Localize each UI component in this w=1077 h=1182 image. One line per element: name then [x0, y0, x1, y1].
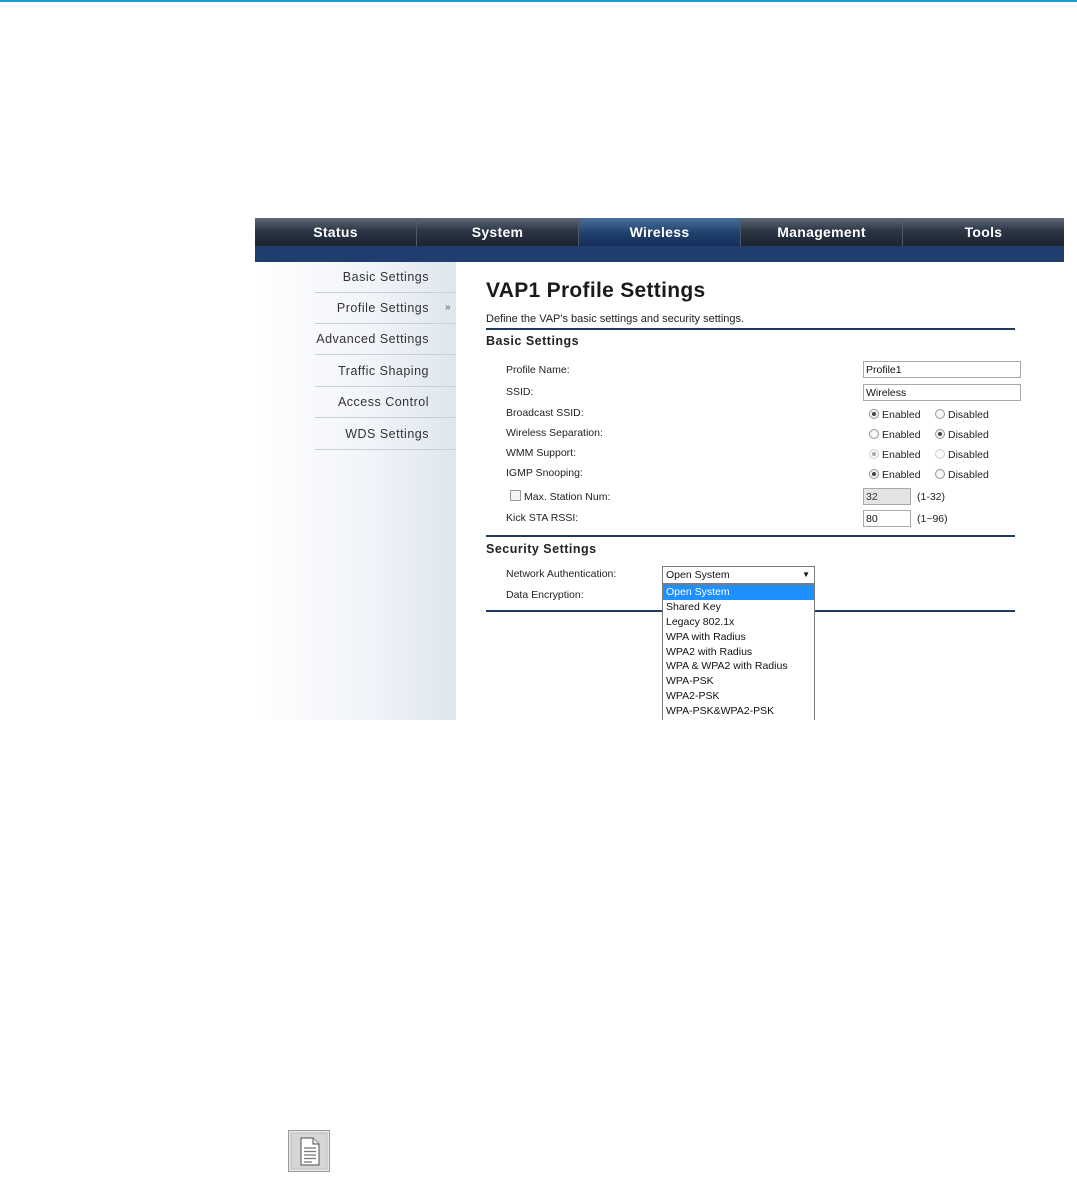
dropdown-option-wpa-psk-wpa2-psk[interactable]: WPA-PSK&WPA2-PSK: [663, 704, 814, 719]
max-station-input: [863, 488, 911, 505]
radio-label: Disabled: [948, 449, 989, 461]
igmp-snooping-label: IGMP Snooping:: [506, 467, 583, 479]
dropdown-option-open-system[interactable]: Open System: [663, 585, 814, 600]
main-nav: Status System Wireless Management Tools: [255, 218, 1064, 246]
wmm-support-label: WMM Support:: [506, 447, 577, 459]
divider: [486, 328, 1015, 330]
select-value: Open System: [666, 569, 730, 581]
radio-label: Enabled: [882, 449, 921, 461]
network-authentication-select[interactable]: Open System ▼: [662, 566, 815, 584]
sidebar-item-basic-settings[interactable]: Basic Settings: [315, 262, 455, 293]
broadcast-ssid-enabled-radio[interactable]: [869, 409, 879, 419]
dropdown-option-wpa-wpa2-radius[interactable]: WPA & WPA2 with Radius: [663, 659, 814, 674]
sidebar-item-label: Basic Settings: [342, 270, 429, 284]
tab-wireless[interactable]: Wireless: [579, 218, 741, 246]
dropdown-option-wpa2-radius[interactable]: WPA2 with Radius: [663, 645, 814, 660]
sidebar-item-profile-settings[interactable]: Profile Settings »: [315, 293, 455, 324]
wireless-separation-label: Wireless Separation:: [506, 427, 603, 439]
broadcast-ssid-label: Broadcast SSID:: [506, 407, 584, 419]
profile-name-label: Profile Name:: [506, 364, 570, 376]
sub-nav-bar: [255, 246, 1064, 262]
tab-tools[interactable]: Tools: [903, 218, 1064, 246]
radio-label: Enabled: [882, 429, 921, 441]
ssid-label: SSID:: [506, 386, 534, 398]
max-station-range: (1-32): [917, 491, 946, 503]
dropdown-option-shared-key[interactable]: Shared Key: [663, 600, 814, 615]
sidebar-item-label: Advanced Settings: [316, 332, 429, 346]
network-authentication-dropdown: Open System Shared Key Legacy 802.1x WPA…: [662, 584, 815, 720]
radio-label: Disabled: [948, 429, 989, 441]
wmm-support-enabled-radio: [869, 449, 879, 459]
max-station-label: Max. Station Num:: [524, 491, 611, 503]
radio-label: Disabled: [948, 409, 989, 421]
sidebar: Basic Settings Profile Settings » Advance…: [255, 262, 456, 720]
tab-status[interactable]: Status: [255, 218, 417, 246]
kick-sta-rssi-label: Kick STA RSSI:: [506, 512, 579, 524]
page-description: Define the VAP's basic settings and secu…: [486, 313, 745, 325]
max-station-checkbox[interactable]: [510, 490, 521, 501]
wmm-support-disabled-radio: [935, 449, 945, 459]
chevron-down-icon: ▼: [802, 570, 810, 579]
tab-management[interactable]: Management: [741, 218, 903, 246]
ssid-input[interactable]: [863, 384, 1021, 401]
active-marker-icon: »: [444, 302, 451, 313]
igmp-snooping-disabled-radio[interactable]: [935, 469, 945, 479]
sidebar-item-label: WDS Settings: [345, 427, 429, 441]
data-encryption-label: Data Encryption:: [506, 589, 584, 601]
dropdown-option-wpa-psk[interactable]: WPA-PSK: [663, 674, 814, 689]
top-accent-line: [0, 0, 1077, 2]
sidebar-item-access-control[interactable]: Access Control: [315, 387, 455, 418]
radio-label: Disabled: [948, 469, 989, 481]
section-title-security: Security Settings: [486, 542, 597, 556]
dropdown-option-legacy-8021x[interactable]: Legacy 802.1x: [663, 615, 814, 630]
dropdown-option-wpa-radius[interactable]: WPA with Radius: [663, 630, 814, 645]
dropdown-option-wpa2-psk[interactable]: WPA2-PSK: [663, 689, 814, 704]
kick-sta-rssi-input[interactable]: [863, 510, 911, 527]
document-note-icon: [288, 1130, 330, 1172]
radio-label: Enabled: [882, 469, 921, 481]
section-title-basic: Basic Settings: [486, 334, 580, 348]
sidebar-item-label: Traffic Shaping: [338, 364, 429, 378]
broadcast-ssid-disabled-radio[interactable]: [935, 409, 945, 419]
profile-name-input[interactable]: [863, 361, 1021, 378]
wireless-separation-enabled-radio[interactable]: [869, 429, 879, 439]
network-authentication-label: Network Authentication:: [506, 568, 617, 580]
page-title: VAP1 Profile Settings: [486, 279, 706, 302]
sidebar-item-advanced-settings[interactable]: Advanced Settings: [315, 324, 455, 355]
wireless-separation-disabled-radio[interactable]: [935, 429, 945, 439]
divider: [486, 535, 1015, 537]
sidebar-item-wds-settings[interactable]: WDS Settings: [315, 419, 455, 450]
router-config-screenshot: Status System Wireless Management Tools …: [255, 218, 1064, 720]
igmp-snooping-enabled-radio[interactable]: [869, 469, 879, 479]
sidebar-item-label: Profile Settings: [336, 301, 429, 315]
sidebar-item-label: Access Control: [337, 395, 429, 409]
sidebar-item-traffic-shaping[interactable]: Traffic Shaping: [315, 356, 455, 387]
kick-sta-rssi-range: (1~96): [917, 513, 948, 525]
tab-system[interactable]: System: [417, 218, 579, 246]
radio-label: Enabled: [882, 409, 921, 421]
